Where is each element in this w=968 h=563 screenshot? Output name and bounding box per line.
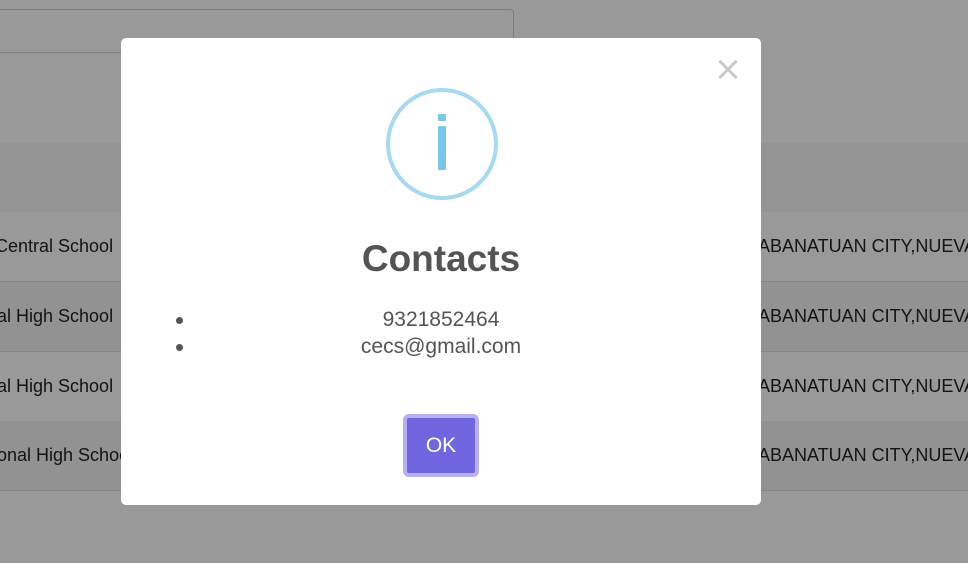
info-icon xyxy=(386,88,498,200)
dialog-title: Contacts xyxy=(361,238,521,279)
contact-item-phone: 9321852464 xyxy=(176,306,706,333)
contact-list: 9321852464 cecs@gmail.com xyxy=(176,306,706,360)
bullet-icon xyxy=(176,344,183,351)
info-icon-stem xyxy=(438,126,446,170)
info-icon-dot xyxy=(438,114,446,121)
ok-button[interactable]: OK xyxy=(403,414,479,477)
contact-item-email: cecs@gmail.com xyxy=(176,333,706,360)
bullet-icon xyxy=(176,317,183,324)
contact-email: cecs@gmail.com xyxy=(360,335,522,358)
close-icon[interactable]: × xyxy=(713,52,743,86)
contacts-dialog: × Contacts 9321852464 cecs@gmail.com OK xyxy=(121,38,761,505)
contact-phone: 9321852464 xyxy=(382,308,500,331)
